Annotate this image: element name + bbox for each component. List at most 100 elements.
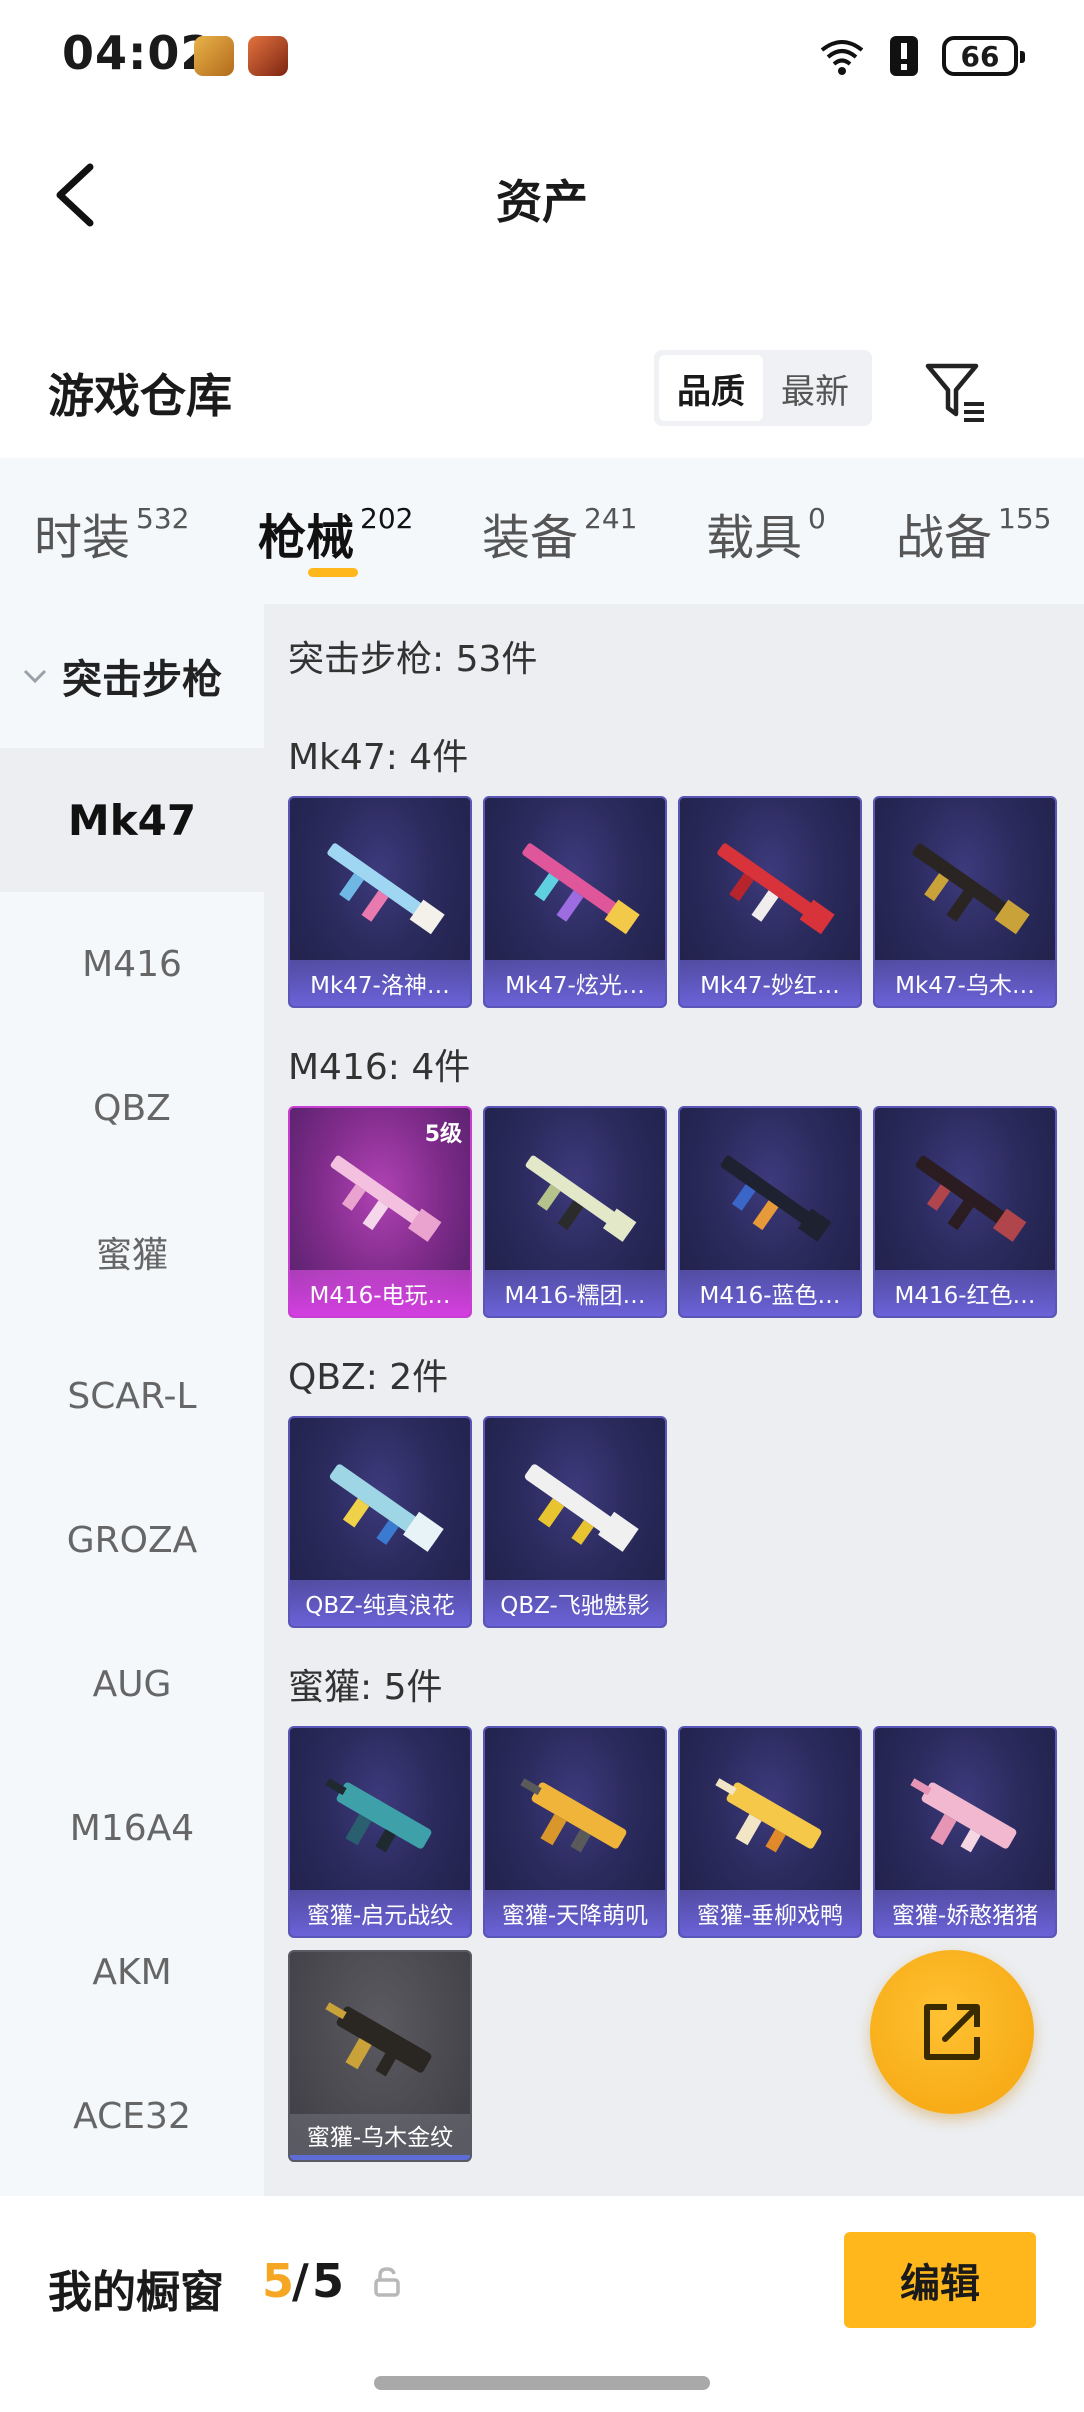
notification-game-icon xyxy=(248,36,288,76)
sidebar-item-mk47[interactable]: Mk47 xyxy=(0,748,264,892)
active-tab-indicator xyxy=(308,568,358,577)
showcase-total-count: 5 xyxy=(312,2254,345,2308)
item-card[interactable]: Mk47-乌木… xyxy=(873,796,1057,1008)
title-bar: 资产 xyxy=(0,140,1084,250)
sidebar-item-m416[interactable]: M416 xyxy=(0,892,264,1036)
rifle-icon xyxy=(525,1155,637,1242)
rifle-icon xyxy=(915,1155,1027,1242)
rifle-icon xyxy=(717,843,835,935)
rifle-icon xyxy=(720,1155,832,1242)
item-card[interactable]: M416-红色… xyxy=(873,1106,1057,1318)
item-name: M416-电玩… xyxy=(290,1270,470,1316)
sort-quality-option[interactable]: 品质 xyxy=(659,355,763,421)
section-label-honey-badger: 蜜獾: 5件 xyxy=(288,1667,443,1708)
tab-count: 202 xyxy=(360,502,414,535)
tab-count: 241 xyxy=(584,502,638,535)
rifle-icon xyxy=(912,843,1030,935)
sidebar-item-qbz[interactable]: QBZ xyxy=(0,1036,264,1180)
rifle-icon xyxy=(329,1464,444,1552)
warehouse-title: 游戏仓库 xyxy=(48,369,232,423)
smg-icon xyxy=(910,1778,1017,1853)
item-card[interactable]: QBZ-飞驰魅影 xyxy=(483,1416,667,1628)
filter-icon[interactable] xyxy=(920,356,990,426)
sidebar-item-akm[interactable]: AKM xyxy=(0,1900,264,2044)
edit-button[interactable]: 编辑 xyxy=(844,2232,1036,2328)
tab-vehicles[interactable]: 载具 0 xyxy=(706,498,826,568)
item-card[interactable]: QBZ-纯真浪花 xyxy=(288,1416,472,1628)
showcase-label: 我的橱窗 xyxy=(48,2267,224,2318)
sidebar-item-m16a4[interactable]: M16A4 xyxy=(0,1756,264,1900)
item-card[interactable]: 蜜獾-娇憨猪猪 xyxy=(873,1726,1057,1938)
rifle-icon xyxy=(524,1464,639,1552)
item-name: Mk47-炫光… xyxy=(485,960,665,1006)
tab-label: 时装 xyxy=(34,510,131,566)
section-label-m416: M416: 4件 xyxy=(288,1047,471,1088)
item-card[interactable]: Mk47-妙红… xyxy=(678,796,862,1008)
smg-icon xyxy=(520,1778,627,1853)
sidebar-item-ace32[interactable]: ACE32 xyxy=(0,2044,264,2188)
sort-newest-option[interactable]: 最新 xyxy=(763,355,867,421)
item-name: 蜜獾-乌木金纹 xyxy=(290,2114,470,2160)
category-tabs: 时装 532 枪械 202 装备 241 载具 0 战备 155 xyxy=(0,458,1084,604)
item-card[interactable]: 5级 M416-电玩… xyxy=(288,1106,472,1318)
item-name: QBZ-飞驰魅影 xyxy=(485,1580,665,1626)
item-name: M416-蓝色… xyxy=(680,1270,860,1316)
showcase-separator: / xyxy=(292,2254,309,2308)
tab-equipment[interactable]: 装备 241 xyxy=(482,498,637,568)
tab-label: 装备 xyxy=(482,510,579,566)
wifi-icon xyxy=(820,40,864,75)
rifle-icon xyxy=(327,843,445,935)
sidebar-item-groza[interactable]: GROZA xyxy=(0,1468,264,1612)
tab-label: 枪械 xyxy=(258,510,355,566)
warehouse-header: 游戏仓库 品质 最新 xyxy=(0,330,1084,450)
sidebar-group-assault-rifles[interactable]: 突击步枪 xyxy=(0,604,264,748)
section-label-qbz: QBZ: 2件 xyxy=(288,1357,449,1398)
item-name: 蜜獾-娇憨猪猪 xyxy=(875,1890,1055,1936)
item-card[interactable]: 蜜獾-垂柳戏鸭 xyxy=(678,1726,862,1938)
notification-app-icon xyxy=(194,36,234,76)
showcase-bar: 我的橱窗 5 / 5 编辑 xyxy=(0,2196,1084,2412)
tab-count: 0 xyxy=(808,502,826,535)
item-card[interactable]: M416-糯团… xyxy=(483,1106,667,1318)
chevron-down-icon xyxy=(23,669,47,684)
rifle-icon xyxy=(330,1155,442,1242)
item-card[interactable]: Mk47-洛神… xyxy=(288,796,472,1008)
category-total: 突击步枪: 53件 xyxy=(288,639,538,680)
item-card[interactable]: 蜜獾-启元战纹 xyxy=(288,1726,472,1938)
sidebar-group-label: 突击步枪 xyxy=(62,657,222,703)
tab-label: 载具 xyxy=(706,510,803,566)
sort-toggle: 品质 最新 xyxy=(654,350,872,426)
item-card[interactable]: M416-蓝色… xyxy=(678,1106,862,1318)
tab-combat-gear[interactable]: 战备 155 xyxy=(896,498,1051,568)
subcategory-sidebar: 突击步枪 Mk47 M416 QBZ 蜜獾 SCAR-L GROZA AUG M… xyxy=(0,604,264,2196)
item-name: 蜜獾-垂柳戏鸭 xyxy=(680,1890,860,1936)
item-card[interactable]: Mk47-炫光… xyxy=(483,796,667,1008)
smg-icon xyxy=(715,1778,822,1853)
tab-firearms[interactable]: 枪械 202 xyxy=(258,498,413,568)
lock-icon xyxy=(374,2267,400,2297)
smg-icon xyxy=(325,1778,432,1853)
share-icon xyxy=(924,2004,980,2060)
rifle-icon xyxy=(522,843,640,935)
sidebar-item-scar-l[interactable]: SCAR-L xyxy=(0,1324,264,1468)
item-name: Mk47-乌木… xyxy=(875,960,1055,1006)
item-name: Mk47-妙红… xyxy=(680,960,860,1006)
battery-icon: 66 xyxy=(942,36,1025,76)
share-button[interactable] xyxy=(870,1950,1034,2114)
status-time: 04:02 xyxy=(62,26,214,80)
sidebar-item-honey-badger[interactable]: 蜜獾 xyxy=(0,1180,264,1324)
item-name: M416-红色… xyxy=(875,1270,1055,1316)
item-name: 蜜獾-启元战纹 xyxy=(290,1890,470,1936)
smg-icon xyxy=(325,2002,432,2077)
tab-count: 155 xyxy=(998,502,1052,535)
item-name: Mk47-洛神… xyxy=(290,960,470,1006)
status-icons: 66 xyxy=(818,32,1025,80)
status-bar: 04:02 66 xyxy=(0,0,1084,110)
item-card[interactable]: 蜜獾-天降萌叽 xyxy=(483,1726,667,1938)
tab-count: 532 xyxy=(136,502,190,535)
tab-fashion[interactable]: 时装 532 xyxy=(34,498,189,568)
item-name: QBZ-纯真浪花 xyxy=(290,1580,470,1626)
item-card[interactable]: 蜜獾-乌木金纹 xyxy=(288,1950,472,2162)
home-indicator[interactable] xyxy=(374,2376,710,2390)
sidebar-item-aug[interactable]: AUG xyxy=(0,1612,264,1756)
